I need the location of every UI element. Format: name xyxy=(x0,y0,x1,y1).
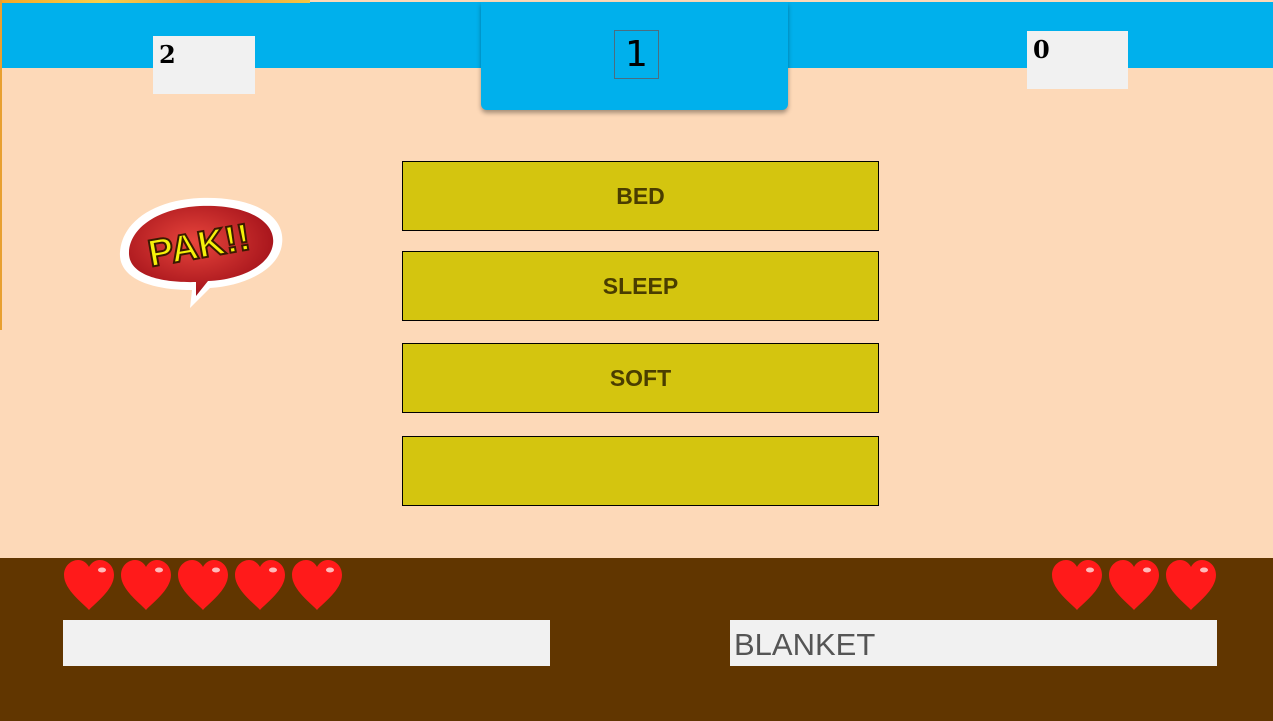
heart-icon xyxy=(1052,560,1102,610)
heart-icon xyxy=(235,560,285,610)
right-player-score: 0 xyxy=(1027,31,1128,89)
heart-icon xyxy=(121,560,171,610)
clue-word-slot: SOFT xyxy=(402,343,879,413)
heart-icon xyxy=(1166,560,1216,610)
heart-icon xyxy=(178,560,228,610)
heart-icon xyxy=(1109,560,1159,610)
speech-bubble-icon: PAK!! xyxy=(119,197,283,308)
clue-word-slot: BED xyxy=(402,161,879,231)
game-screen: 2 0 1 BED SLEEP SOFT PAK!! BLANKET xyxy=(0,0,1273,721)
round-number: 1 xyxy=(614,30,659,79)
top-decoration-strip xyxy=(0,0,310,3)
heart-icon xyxy=(292,560,342,610)
heart-icon xyxy=(64,560,114,610)
left-edge-decoration xyxy=(0,0,2,330)
left-answer-input[interactable] xyxy=(63,620,550,666)
right-lives xyxy=(1050,558,1218,614)
left-player-score: 2 xyxy=(153,36,255,94)
clue-word-slot xyxy=(402,436,879,506)
left-lives xyxy=(62,558,344,614)
clue-word-slot: SLEEP xyxy=(402,251,879,321)
right-answer-input[interactable]: BLANKET xyxy=(730,620,1217,666)
